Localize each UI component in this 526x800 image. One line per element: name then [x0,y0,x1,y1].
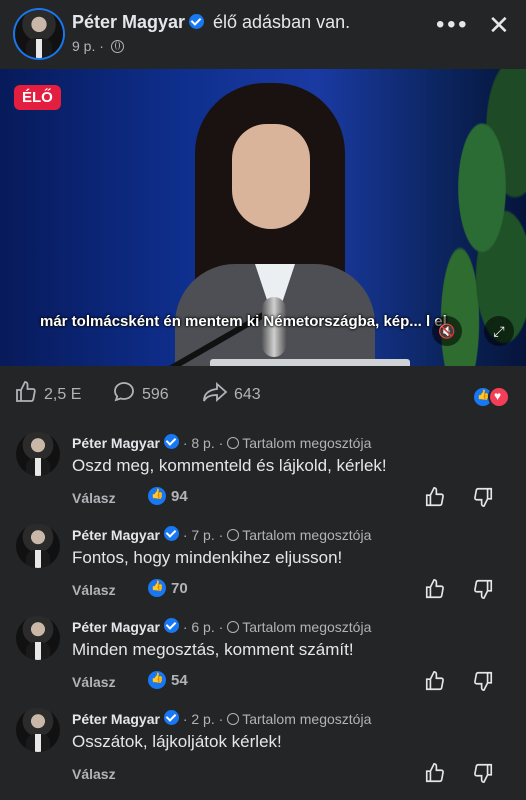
comment-role: Tartalom megosztója [242,711,372,727]
upvote-icon[interactable] [424,486,446,513]
share-count: 643 [234,386,261,403]
like-count: 2,5 E [44,386,82,403]
love-reaction-icon [488,386,510,408]
comment-time: · 8 p. · [182,435,224,451]
verified-badge-icon [189,14,205,29]
comment-likes[interactable]: 94 [148,487,188,505]
reaction-summary[interactable] [472,386,514,408]
comment-role: Tartalom megosztója [242,527,372,543]
live-status-text: élő adásban van. [213,12,351,32]
comment-likes[interactable]: 70 [148,579,188,597]
comment-role: Tartalom megosztója [242,619,372,635]
comment-like-count: 94 [171,488,188,505]
downvote-icon[interactable] [472,578,494,605]
like-reaction-icon [148,487,166,505]
action-bar: 2,5 E 596 643 [0,372,526,412]
like-reaction-icon [148,579,166,597]
reply-button[interactable]: Válasz [72,582,116,598]
comment-author[interactable]: Péter Magyar [72,619,160,635]
video-subtitle: már tolmácsként én mentem ki Németország… [40,313,447,330]
comment-count: 596 [142,386,169,403]
globe-icon [110,40,124,53]
mute-icon[interactable]: 🔇 [432,316,462,346]
comment-item: Péter Magyar · 8 p. · Tartalom megosztój… [0,432,526,524]
share-button[interactable]: 643 [202,380,261,404]
content-sharer-icon [227,437,240,449]
comment-time: · 7 p. · [182,527,224,543]
content-sharer-icon [227,529,240,541]
comment-time: · 2 p. · [182,711,224,727]
verified-badge-icon [163,526,179,541]
content-sharer-icon [227,621,240,633]
more-options-icon[interactable]: • • • [436,13,467,37]
comment-like-count: 54 [171,672,188,689]
comment-author[interactable]: Péter Magyar [72,527,160,543]
like-reaction-icon [148,671,166,689]
post-header: Péter Magyar élő adásban van. 9 p. · • •… [0,0,526,68]
content-sharer-icon [227,713,240,725]
live-video[interactable]: ÉLŐ már tolmácsként én mentem ki Németor… [0,69,526,366]
verified-badge-icon [163,434,179,449]
reply-button[interactable]: Válasz [72,674,116,690]
comment-button[interactable]: 596 [112,380,169,404]
verified-badge-icon [163,618,179,633]
post-time: 9 p. · [72,38,104,54]
upvote-icon[interactable] [424,578,446,605]
comment-avatar[interactable] [16,708,60,752]
comment-author[interactable]: Péter Magyar [72,435,160,451]
comment-icon [114,382,134,402]
comment-item: Péter Magyar · 6 p. · Tartalom megosztój… [0,616,526,708]
live-badge: ÉLŐ [14,85,61,110]
comment-author[interactable]: Péter Magyar [72,711,160,727]
downvote-icon[interactable] [472,670,494,697]
comment-text: Oszd meg, kommenteld és lájkold, kérlek! [72,456,387,475]
profile-avatar[interactable] [15,10,63,58]
speaker-face [232,124,310,229]
comment-item: Péter Magyar · 7 p. · Tartalom megosztój… [0,524,526,616]
verified-badge-icon [163,710,179,725]
comment-text: Minden megosztás, komment számít! [72,640,354,659]
thumbs-up-icon [16,381,36,402]
fullscreen-icon[interactable]: ⤢ [484,316,514,346]
comment-time: · 6 p. · [182,619,224,635]
post-meta: 9 p. · [72,38,124,54]
share-arrow-icon [203,381,228,403]
author-name[interactable]: Péter Magyar [72,12,185,32]
comment-avatar[interactable] [16,524,60,568]
comment-avatar[interactable] [16,432,60,476]
comment-role: Tartalom megosztója [242,435,372,451]
close-icon[interactable]: ✕ [488,10,510,41]
comment-like-count: 70 [171,580,188,597]
like-button[interactable]: 2,5 E [14,380,81,404]
comment-avatar[interactable] [16,616,60,660]
upvote-icon[interactable] [424,670,446,697]
reply-button[interactable]: Válasz [72,766,116,782]
comment-item: Péter Magyar · 2 p. · Tartalom megosztój… [0,708,526,800]
comment-text: Fontos, hogy mindenkihez eljusson! [72,548,343,567]
comment-likes[interactable]: 54 [148,671,188,689]
comment-text: Osszátok, lájkoljátok kérlek! [72,732,282,751]
downvote-icon[interactable] [472,762,494,789]
upvote-icon[interactable] [424,762,446,789]
reply-button[interactable]: Válasz [72,490,116,506]
downvote-icon[interactable] [472,486,494,513]
